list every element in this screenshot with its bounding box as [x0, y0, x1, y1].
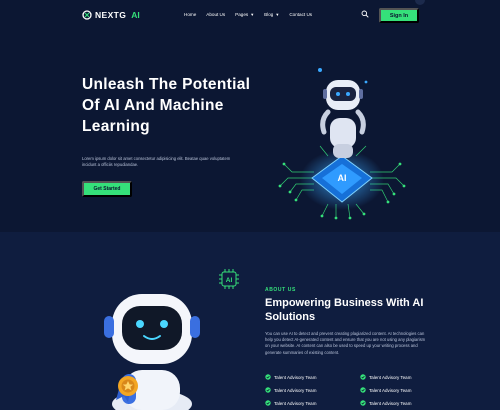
about-title: Empowering Business With AI Solutions	[265, 297, 424, 323]
feature-label: Talent Advisory Team	[369, 400, 412, 406]
check-circle-icon	[265, 374, 271, 380]
about-label: ABOUT US	[265, 287, 296, 293]
chevron-down-icon: ▼	[275, 12, 280, 17]
feature-label: Talent Advisory Team	[274, 374, 317, 380]
check-circle-icon	[360, 400, 366, 406]
about-description: You can use AI to detect and prevent cre…	[265, 331, 426, 355]
get-started-button[interactable]: Get Started	[82, 181, 132, 197]
brand-accent: AI	[131, 10, 140, 20]
feature-label: Talent Advisory Team	[369, 374, 412, 380]
nav-home[interactable]: Home	[184, 12, 196, 17]
search-icon[interactable]	[361, 10, 369, 18]
brand-name: NEXTG	[95, 10, 127, 20]
chevron-down-icon: ▼	[250, 12, 255, 17]
list-item: Talent Advisory Team	[265, 387, 360, 393]
check-circle-icon	[360, 387, 366, 393]
nav-pages-label: Pages	[235, 12, 249, 17]
feature-label: Talent Advisory Team	[274, 400, 317, 406]
list-item: Talent Advisory Team	[360, 374, 435, 380]
robot-on-chip-illustration: AI	[278, 68, 406, 220]
about-chip-label: AI	[226, 277, 233, 284]
check-circle-icon	[360, 374, 366, 380]
brand-logo[interactable]: NEXTG AI	[82, 10, 140, 20]
ai-chip-icon: AI	[219, 269, 239, 289]
feature-list: Talent Advisory Team Talent Advisory Tea…	[265, 374, 435, 406]
nav-blog-label: Blog	[264, 12, 274, 17]
check-circle-icon	[265, 400, 271, 406]
list-item: Talent Advisory Team	[265, 374, 360, 380]
main-nav: Home About Us Pages ▼ Blog ▼ Contact Us	[184, 12, 312, 17]
list-item: Talent Advisory Team	[360, 400, 435, 406]
list-item: Talent Advisory Team	[360, 387, 435, 393]
list-item: Talent Advisory Team	[265, 400, 360, 406]
check-circle-icon	[265, 387, 271, 393]
hero-description: Lorem ipsum dolor sit amet consectetur a…	[82, 156, 231, 167]
robot-mascot-illustration	[104, 294, 200, 410]
feature-label: Talent Advisory Team	[369, 387, 412, 393]
nav-blog[interactable]: Blog ▼	[264, 12, 279, 17]
chip-ai-label: AI	[338, 173, 347, 183]
feature-label: Talent Advisory Team	[274, 387, 317, 393]
sign-in-button[interactable]: Sign In	[379, 8, 419, 23]
nav-pages[interactable]: Pages ▼	[235, 12, 254, 17]
nav-contact-us[interactable]: Contact Us	[289, 12, 312, 17]
nav-about-us-label: About Us	[206, 12, 226, 17]
hero-title: Unleash The Potential Of AI And Machine …	[82, 76, 251, 135]
logo-mark-icon	[82, 10, 92, 20]
nav-about-us[interactable]: About Us	[206, 12, 225, 17]
nav-contact-us-label: Contact Us	[289, 12, 313, 17]
nav-home-label: Home	[184, 12, 197, 17]
site-header: NEXTG AI Home About Us Pages ▼ Blog ▼ Cont…	[0, 0, 500, 32]
